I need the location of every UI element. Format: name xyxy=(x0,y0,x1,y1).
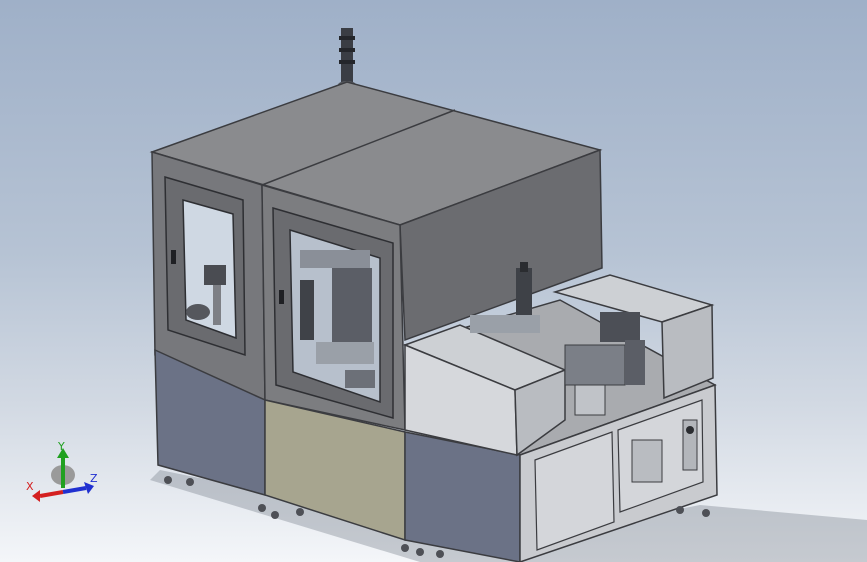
x-axis-icon xyxy=(39,490,64,498)
feeder-power-switch-icon[interactable] xyxy=(686,426,694,434)
signal-tower xyxy=(338,28,356,89)
right-door-handle[interactable] xyxy=(279,290,284,304)
triad-x-label: X xyxy=(26,480,34,493)
feeder-panel-window xyxy=(631,439,663,483)
triad-y-label: Y xyxy=(57,440,65,453)
z-axis-icon xyxy=(62,486,87,494)
triad-z-label: Z xyxy=(90,472,98,485)
left-door-handle[interactable] xyxy=(171,250,176,264)
orientation-triad: X Y Z xyxy=(26,440,98,502)
cad-viewport[interactable] xyxy=(0,0,867,562)
